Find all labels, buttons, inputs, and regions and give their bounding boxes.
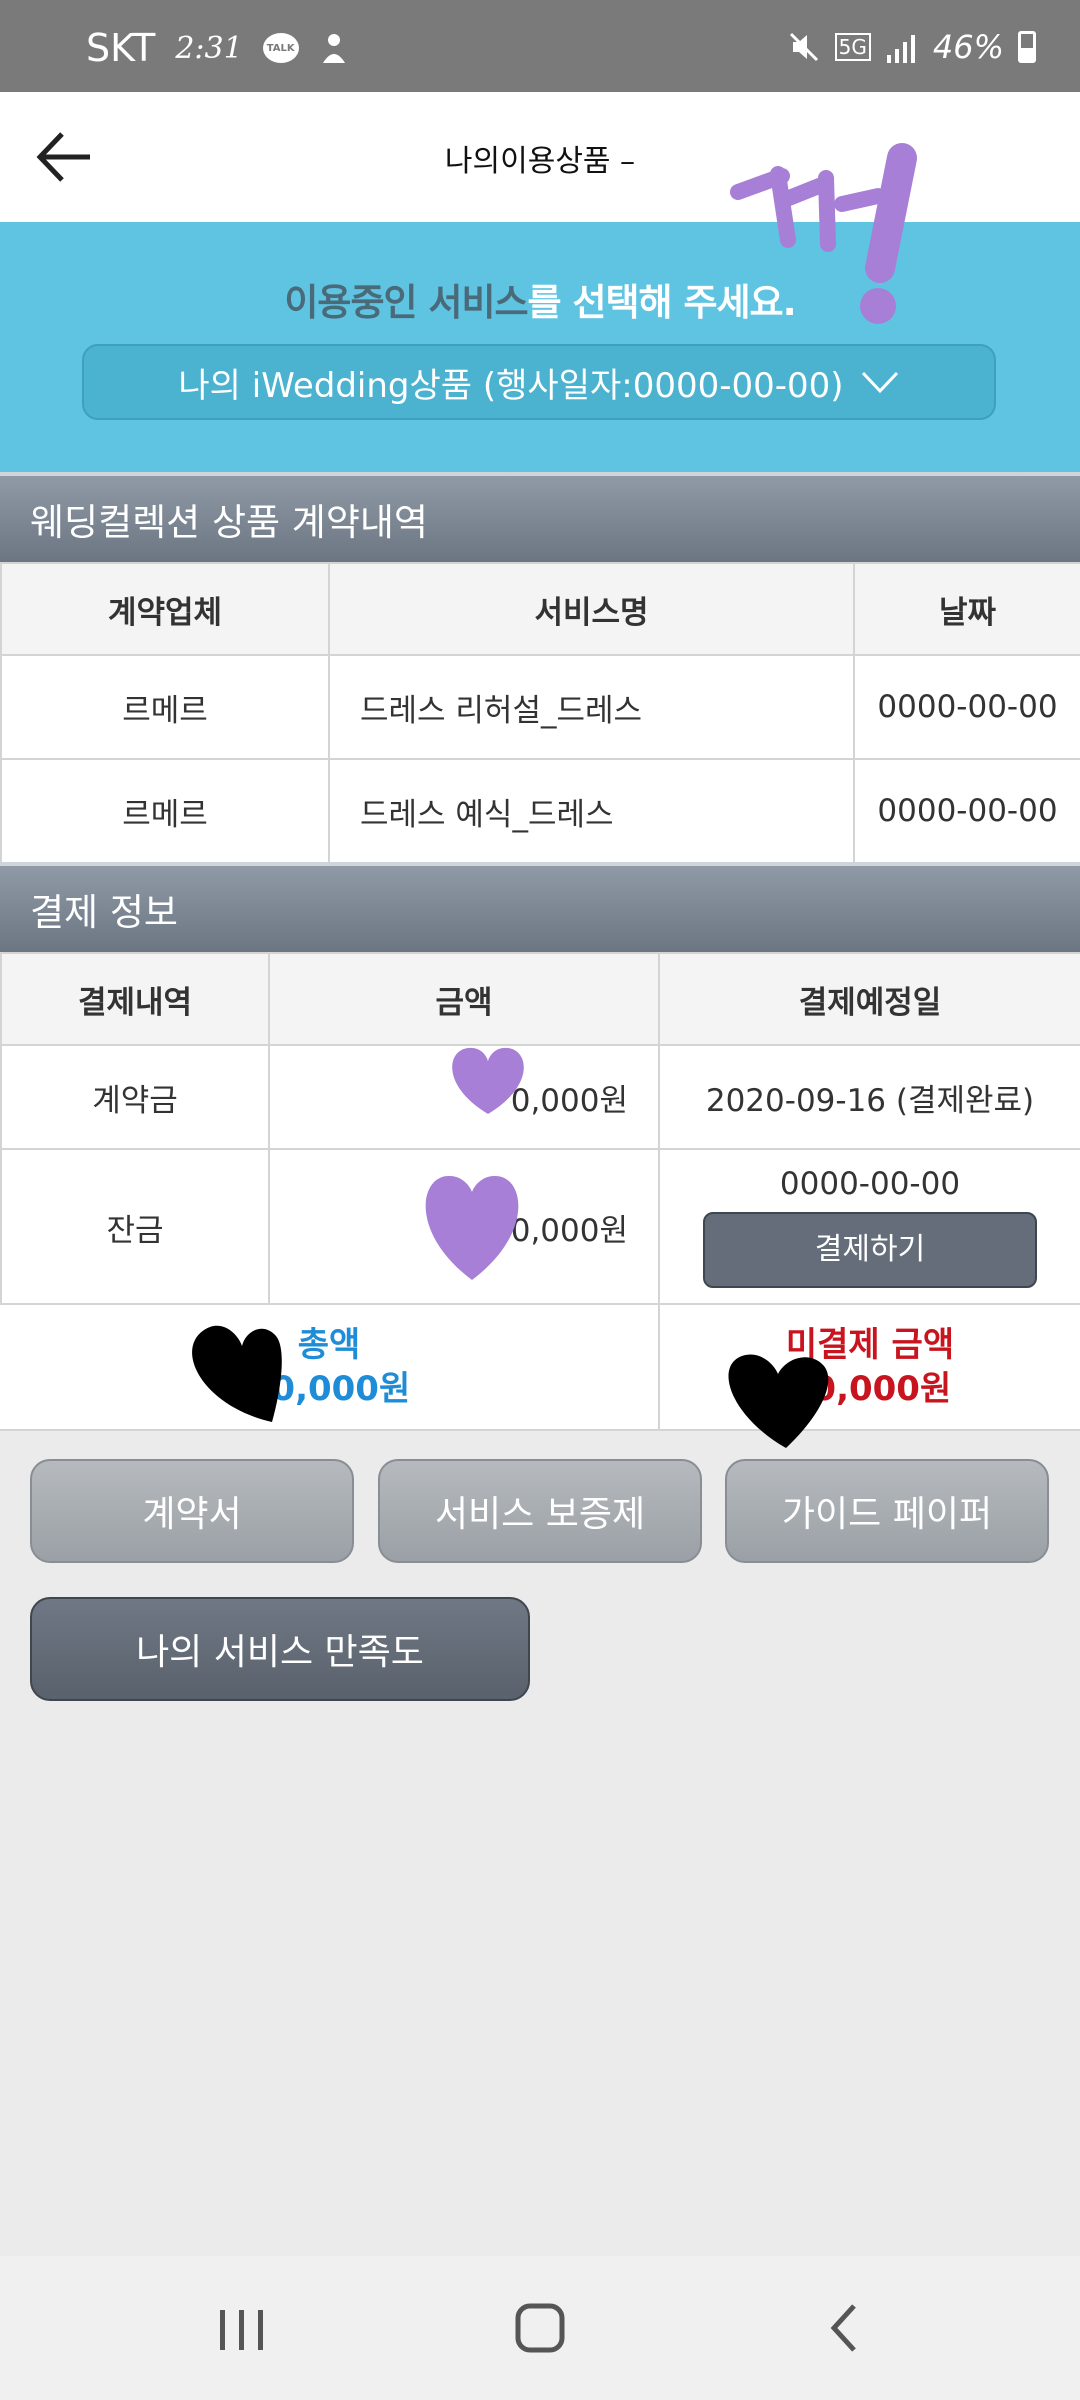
heart-doodle (425, 1175, 519, 1280)
system-nav-bar (0, 2256, 1080, 2400)
product-select-value: 나의 iWedding상품 (행사일자:0000-00-00) (178, 365, 844, 406)
due-date-cell: 0000-00-00 결제하기 (658, 1148, 1080, 1306)
banner-prompt-highlight: 이용중인 서비스 (284, 281, 528, 324)
satisfaction-button[interactable]: 나의 서비스 만족도 (30, 1597, 530, 1701)
carrier-label: SKT (86, 26, 156, 70)
recent-apps-icon[interactable] (202, 2296, 282, 2360)
contract-section-header: 웨딩컬렉션 상품 계약내역 (0, 472, 1080, 562)
payment-item-cell: 잔금 (0, 1148, 270, 1306)
pay-button[interactable]: 결제하기 (703, 1212, 1037, 1288)
service-cell: 드레스 예식_드레스 (328, 758, 855, 864)
column-header: 날짜 (853, 562, 1080, 656)
totals-row: 총액 00,000원 미결제 금액 00,000원 (0, 1303, 1080, 1431)
vendor-cell: 르메르 (0, 654, 330, 760)
heart-doodle (728, 1354, 829, 1448)
handwritten-doodle (730, 143, 917, 324)
battery-percent: 46% (932, 28, 1004, 66)
table-row[interactable]: 르메르 드레스 리허설_드레스 0000-00-00 (0, 654, 1080, 760)
service-cell: 드레스 리허설_드레스 (328, 654, 855, 760)
service-warranty-button[interactable]: 서비스 보증제 (378, 1459, 702, 1563)
mute-icon (789, 32, 818, 62)
column-header: 결제예정일 (658, 952, 1080, 1046)
column-header: 금액 (268, 952, 660, 1046)
kakaotalk-icon: TALK (262, 33, 299, 63)
notification-icon (322, 34, 345, 63)
product-select[interactable]: 나의 iWedding상품 (행사일자:0000-00-00) (82, 344, 996, 420)
heart-doodle (192, 1325, 282, 1422)
contract-section-title: 웨딩컬렉션 상품 계약내역 (30, 501, 428, 544)
home-icon[interactable] (500, 2296, 580, 2360)
payment-section-title: 결제 정보 (30, 891, 178, 934)
table-row[interactable]: 르메르 드레스 예식_드레스 0000-00-00 (0, 758, 1080, 864)
total-cell: 총액 00,000원 (0, 1305, 660, 1429)
payment-section-header: 결제 정보 (0, 862, 1080, 952)
chevron-down-icon (861, 371, 898, 394)
table-row: 잔금 0,000원 0000-00-00 결제하기 (0, 1148, 1080, 1306)
guide-paper-button[interactable]: 가이드 페이퍼 (725, 1459, 1049, 1563)
vendor-cell: 르메르 (0, 758, 330, 864)
date-cell: 0000-00-00 (853, 654, 1080, 760)
column-header: 결제내역 (0, 952, 270, 1046)
table-header-row: 결제내역 금액 결제예정일 (0, 952, 1080, 1046)
payment-table: 결제내역 금액 결제예정일 계약금 0,000원 2020-09-16 (결제완… (0, 952, 1080, 1306)
column-header: 서비스명 (328, 562, 855, 656)
payment-item-cell: 계약금 (0, 1044, 270, 1150)
heart-doodle (452, 1047, 524, 1114)
contract-doc-button[interactable]: 계약서 (30, 1459, 354, 1563)
table-header-row: 계약업체 서비스명 날짜 (0, 562, 1080, 656)
due-date-value: 0000-00-00 (779, 1166, 961, 1202)
total-label: 총액 (297, 1325, 361, 1365)
column-header: 계약업체 (0, 562, 330, 656)
battery-icon (1018, 31, 1036, 63)
nav-back-icon[interactable] (806, 2296, 886, 2360)
clock: 2:31 (175, 30, 243, 66)
date-cell: 0000-00-00 (853, 758, 1080, 864)
due-date-cell: 2020-09-16 (결제완료) (658, 1044, 1080, 1150)
status-bar: SKT 2:31 TALK 5G 46% (0, 0, 1080, 92)
table-row: 계약금 0,000원 2020-09-16 (결제완료) (0, 1044, 1080, 1150)
signal-icon (886, 35, 915, 63)
network-icon: 5G (834, 33, 871, 61)
contract-table: 계약업체 서비스명 날짜 르메르 드레스 리허설_드레스 0000-00-00 … (0, 562, 1080, 864)
